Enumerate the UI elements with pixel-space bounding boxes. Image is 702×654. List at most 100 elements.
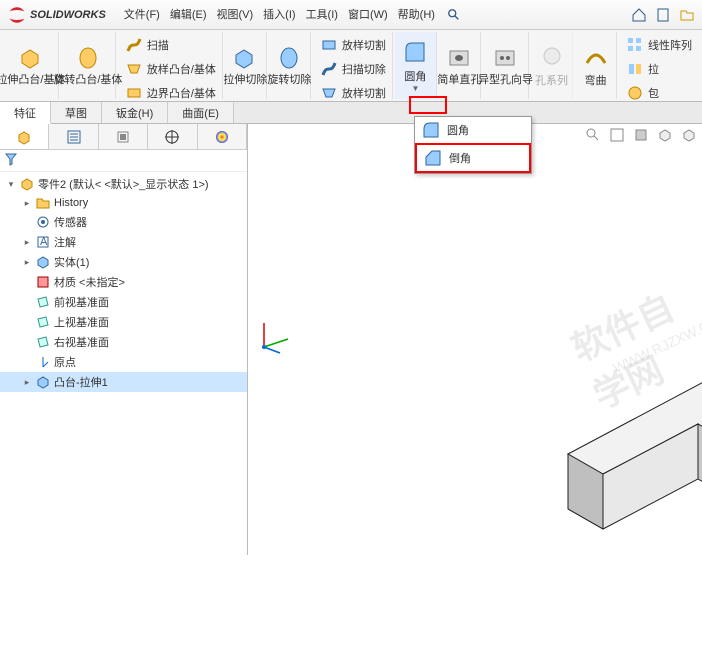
tree-top[interactable]: 上视基准面	[0, 312, 247, 332]
title-bar: SOLIDWORKS 文件(F) 编辑(E) 视图(V) 插入(I) 工具(I)…	[0, 0, 702, 30]
wizardhole-label: 异型孔向导	[478, 74, 533, 86]
revolve-label: 旋转凸台/基体	[53, 74, 122, 86]
tree-sensors[interactable]: 传感器	[0, 212, 247, 232]
plane-icon	[36, 335, 50, 349]
tree-tab-feature[interactable]	[0, 124, 49, 149]
menu-help[interactable]: 帮助(H)	[398, 6, 435, 24]
display-icon[interactable]	[680, 126, 698, 144]
solidworks-icon	[6, 4, 28, 26]
zoomfit-icon[interactable]	[608, 126, 626, 144]
cube-icon	[16, 129, 32, 145]
sweepcut-icon	[319, 59, 339, 79]
sweep-icon	[124, 35, 144, 55]
ribbon: 拉伸凸台/基体 旋转凸台/基体 扫描 放样凸台/基体 边界凸台/基体 拉伸切除 …	[0, 30, 702, 102]
ribbon-loftcut[interactable]: 放样切割	[317, 34, 388, 56]
ribbon-linpat[interactable]: 线性阵列	[623, 34, 694, 56]
linpat-icon	[625, 35, 645, 55]
cutrev-icon	[275, 44, 303, 72]
tree-filter[interactable]	[0, 150, 247, 172]
ribbon-loftcut2[interactable]: 放样切割	[317, 82, 388, 104]
tree-feature-extrude[interactable]: ▸凸台-拉伸1	[0, 372, 247, 392]
ribbon-sweep[interactable]: 扫描	[122, 34, 171, 56]
extrude-icon	[17, 44, 45, 72]
loft-icon	[124, 59, 144, 79]
tab-sketch[interactable]: 草图	[51, 102, 102, 123]
sensor-icon	[36, 215, 50, 229]
ribbon-holeser[interactable]: 孔系列	[531, 32, 573, 99]
ribbon-mirror[interactable]: 拉	[623, 58, 661, 80]
wizardhole-icon	[491, 44, 519, 72]
feature-tabs: 特征 草图 钣金(H) 曲面(E)	[0, 102, 702, 124]
ribbon-cutrev[interactable]: 旋转切除	[269, 32, 311, 99]
search-icon[interactable]	[445, 6, 463, 24]
tree-solids[interactable]: ▸实体(1)	[0, 252, 247, 272]
chevron-down-icon: ▼	[411, 84, 419, 93]
ribbon-boundary[interactable]: 边界凸台/基体	[122, 82, 218, 104]
tree-notes[interactable]: ▸A注解	[0, 232, 247, 252]
revolve-icon	[74, 44, 102, 72]
ribbon-simplehole[interactable]: 简单直孔	[439, 32, 481, 99]
dropdown-fillet[interactable]: 圆角	[415, 117, 531, 143]
main-menu: 文件(F) 编辑(E) 视图(V) 插入(I) 工具(I) 窗口(W) 帮助(H…	[124, 6, 463, 24]
tree-tab-config[interactable]	[99, 124, 148, 149]
app-logo: SOLIDWORKS	[6, 4, 106, 26]
simplehole-label: 简单直孔	[437, 74, 481, 86]
open-icon[interactable]	[678, 6, 696, 24]
note-icon: A	[36, 235, 50, 249]
tree-history[interactable]: ▸History	[0, 194, 247, 212]
menu-edit[interactable]: 编辑(E)	[170, 6, 207, 24]
tree-right[interactable]: 右视基准面	[0, 332, 247, 352]
tab-surface[interactable]: 曲面(E)	[168, 102, 234, 123]
ribbon-extrude[interactable]: 拉伸凸台/基体	[4, 32, 59, 99]
ribbon-wizardhole[interactable]: 异型孔向导	[483, 32, 529, 99]
ribbon-bend[interactable]: 弯曲	[575, 32, 617, 99]
ribbon-more[interactable]: 包	[623, 82, 661, 104]
ribbon-revolve[interactable]: 旋转凸台/基体	[61, 32, 116, 99]
plane-icon	[36, 295, 50, 309]
cutrev-label: 旋转切除	[267, 74, 311, 86]
section-icon[interactable]	[632, 126, 650, 144]
feature-tree: ▾零件2 (默认< <默认>_显示状态 1>) ▸History 传感器 ▸A注…	[0, 172, 247, 555]
tab-features[interactable]: 特征	[0, 102, 51, 124]
tree-root[interactable]: ▾零件2 (默认< <默认>_显示状态 1>)	[0, 174, 247, 194]
tree-tab-property[interactable]	[49, 124, 98, 149]
collapse-icon[interactable]: ▾	[6, 179, 16, 190]
new-icon[interactable]	[654, 6, 672, 24]
ribbon-loft[interactable]: 放样凸台/基体	[122, 58, 218, 80]
main-area: ▾零件2 (默认< <默认>_显示状态 1>) ▸History 传感器 ▸A注…	[0, 124, 702, 555]
cutext-icon	[231, 44, 259, 72]
3d-viewport[interactable]: 软件自学网 WWW.RJZXW.COM	[248, 124, 702, 555]
bend-label: 弯曲	[585, 72, 607, 88]
config-icon	[115, 129, 131, 145]
menu-file[interactable]: 文件(F)	[124, 6, 160, 24]
material-icon	[36, 275, 50, 289]
tree-material[interactable]: 材质 <未指定>	[0, 272, 247, 292]
menu-insert[interactable]: 插入(I)	[263, 6, 295, 24]
simplehole-icon	[445, 44, 473, 72]
tree-front[interactable]: 前视基准面	[0, 292, 247, 312]
holeser-icon	[538, 42, 566, 70]
plane-icon	[36, 315, 50, 329]
ribbon-sweepcut[interactable]: 扫描切除	[317, 58, 388, 80]
dropdown-chamfer[interactable]: 倒角	[415, 143, 531, 173]
zoom-icon[interactable]	[584, 126, 602, 144]
menu-view[interactable]: 视图(V)	[217, 6, 254, 24]
ribbon-fillet[interactable]: 圆角▼	[395, 32, 437, 99]
part-icon	[20, 177, 34, 191]
tree-origin[interactable]: 原点	[0, 352, 247, 372]
tree-tab-dim[interactable]	[148, 124, 197, 149]
viewcube-icon[interactable]	[656, 126, 674, 144]
svg-text:A: A	[40, 236, 48, 248]
home-icon[interactable]	[630, 6, 648, 24]
chamfer-icon	[423, 148, 443, 168]
app-name: SOLIDWORKS	[30, 9, 106, 21]
feature-tree-panel: ▾零件2 (默认< <默认>_显示状态 1>) ▸History 传感器 ▸A注…	[0, 124, 248, 555]
menu-tools[interactable]: 工具(I)	[306, 6, 338, 24]
target-icon	[164, 129, 180, 145]
ribbon-sweep-group: 扫描 放样凸台/基体 边界凸台/基体	[118, 32, 223, 99]
tab-sheetmetal[interactable]: 钣金(H)	[102, 102, 168, 123]
menu-window[interactable]: 窗口(W)	[348, 6, 388, 24]
tree-tab-appear[interactable]	[198, 124, 247, 149]
solid-icon	[36, 255, 50, 269]
ribbon-cutext[interactable]: 拉伸切除	[225, 32, 267, 99]
